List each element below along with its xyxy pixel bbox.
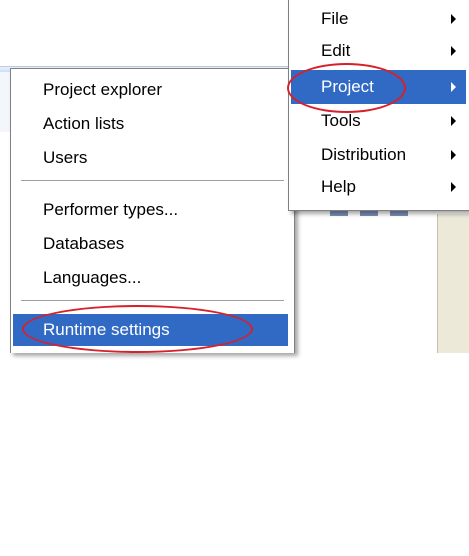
menu-item-label: Performer types... <box>43 200 179 219</box>
menu-item-file[interactable]: File <box>291 4 466 34</box>
menu-item-label: File <box>321 9 349 28</box>
menu-item-languages[interactable]: Languages... <box>13 263 288 293</box>
project-submenu: Project explorer Action lists Users Perf… <box>10 68 295 353</box>
menu-item-runtime-settings[interactable]: Runtime settings <box>13 314 288 346</box>
submenu-arrow-icon <box>451 14 456 24</box>
menu-item-label: Help <box>321 177 356 196</box>
menu-item-users[interactable]: Users <box>13 143 288 173</box>
menu-item-label: Edit <box>321 41 351 60</box>
menu-item-label: Languages... <box>43 268 142 287</box>
submenu-arrow-icon <box>451 182 456 192</box>
menu-item-performer-types[interactable]: Performer types... <box>13 195 288 225</box>
menu-item-databases[interactable]: Databases <box>13 229 288 259</box>
menu-separator <box>21 180 284 181</box>
menu-item-project-explorer[interactable]: Project explorer <box>13 75 288 105</box>
menu-item-tools[interactable]: Tools <box>291 106 466 136</box>
menu-item-label: Databases <box>43 234 125 253</box>
submenu-arrow-icon <box>451 116 456 126</box>
submenu-arrow-icon <box>451 82 456 92</box>
menu-item-project[interactable]: Project <box>291 70 466 104</box>
menu-item-label: Runtime settings <box>43 320 170 339</box>
menu-item-label: Project <box>321 77 374 96</box>
menu-item-label: Users <box>43 148 88 167</box>
menu-item-edit[interactable]: Edit <box>291 36 466 66</box>
submenu-arrow-icon <box>451 150 456 160</box>
menu-item-label: Action lists <box>43 114 125 133</box>
menu-item-help[interactable]: Help <box>291 172 466 202</box>
main-menu: File Edit Project Tools Distribution Hel… <box>288 0 469 211</box>
menu-item-label: Distribution <box>321 145 407 164</box>
menu-separator <box>21 300 284 301</box>
submenu-arrow-icon <box>451 46 456 56</box>
menu-item-label: Project explorer <box>43 80 163 99</box>
performers-side-tab[interactable]: rformers <box>437 214 469 353</box>
menu-item-distribution[interactable]: Distribution <box>291 140 466 170</box>
menu-item-action-lists[interactable]: Action lists <box>13 109 288 139</box>
menu-item-label: Tools <box>321 111 361 130</box>
